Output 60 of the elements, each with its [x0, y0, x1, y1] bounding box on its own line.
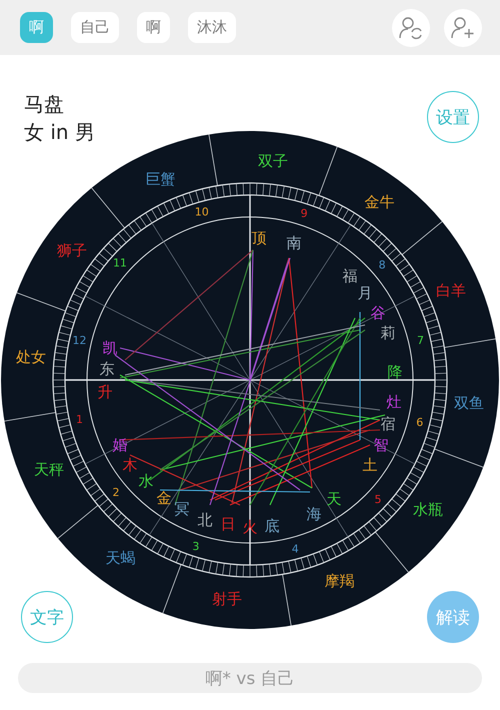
planet-label: 冥: [174, 500, 190, 518]
planet-label: 海: [306, 505, 322, 523]
planet-label: 谷: [370, 304, 386, 322]
planet-label: 北: [198, 511, 212, 529]
planet-label: 凯: [102, 339, 118, 357]
interpret-button[interactable]: 解读: [427, 591, 479, 643]
zodiac-sign-label: 天秤: [34, 460, 64, 478]
planet-label: 月: [358, 284, 372, 302]
zodiac-sign-label: 处女: [16, 348, 46, 366]
house-number: 6: [416, 416, 424, 429]
profile-tab[interactable]: 啊: [20, 12, 53, 43]
zodiac-sign-label: 狮子: [57, 242, 88, 260]
zodiac-sign-label: 射手: [212, 590, 242, 608]
chart-subtitle: 女 in 男: [24, 119, 95, 145]
house-number: 1: [76, 412, 83, 426]
house-number: 10: [194, 205, 209, 218]
planet-label: 东: [100, 360, 114, 378]
profile-tab[interactable]: 啊: [137, 12, 170, 43]
profile-tab[interactable]: 沐沐: [188, 12, 236, 43]
planet-label: 金: [156, 489, 172, 507]
house-number: 8: [378, 258, 386, 272]
zodiac-sign-label: 白羊: [436, 282, 466, 300]
planet-label: 福: [342, 267, 358, 285]
house-number: 5: [374, 492, 382, 506]
zodiac-sign-label: 摩羯: [324, 572, 354, 590]
house-number: 4: [292, 542, 299, 556]
planet-label: 降: [388, 363, 402, 381]
planet-label: 莉: [380, 324, 396, 342]
house-number: 7: [417, 334, 424, 348]
planet-label: 天: [326, 490, 342, 508]
comparison-label: 啊* vs 自己: [205, 668, 295, 690]
house-number: 9: [300, 207, 308, 220]
planet-label: 升: [98, 383, 112, 401]
person-add-icon[interactable]: [444, 8, 482, 46]
planet-label: 婚: [112, 436, 128, 454]
planet-label: 顶: [252, 229, 266, 247]
zodiac-sign-label: 金牛: [364, 193, 394, 212]
planet-label: 土: [362, 456, 378, 474]
planet-label: 水: [138, 472, 154, 490]
zodiac-sign-label: 巨蟹: [146, 170, 176, 188]
profile-tab[interactable]: 自己: [71, 12, 119, 43]
zodiac-sign-label: 水瓶: [412, 500, 443, 518]
planet-label: 日: [220, 515, 236, 533]
house-number: 3: [192, 540, 200, 553]
planet-label: 底: [264, 517, 280, 535]
text-button[interactable]: 文字: [21, 591, 73, 643]
chart-title: 马盘: [24, 91, 65, 117]
zodiac-sign-label: 双鱼: [454, 394, 484, 412]
house-number: 11: [112, 256, 127, 270]
settings-button[interactable]: 设置: [427, 91, 479, 143]
planet-label: 木: [122, 456, 138, 474]
zodiac-sign-label: 天蝎: [106, 548, 136, 567]
planet-label: 智: [374, 436, 388, 454]
person-refresh-icon[interactable]: [392, 8, 430, 46]
planet-label: 灶: [386, 393, 402, 411]
house-number: 12: [72, 334, 86, 348]
planet-label: 宿: [380, 415, 396, 433]
house-number: 2: [112, 486, 120, 499]
zodiac-sign-label: 双子: [258, 152, 288, 170]
planet-label: 南: [286, 234, 302, 252]
